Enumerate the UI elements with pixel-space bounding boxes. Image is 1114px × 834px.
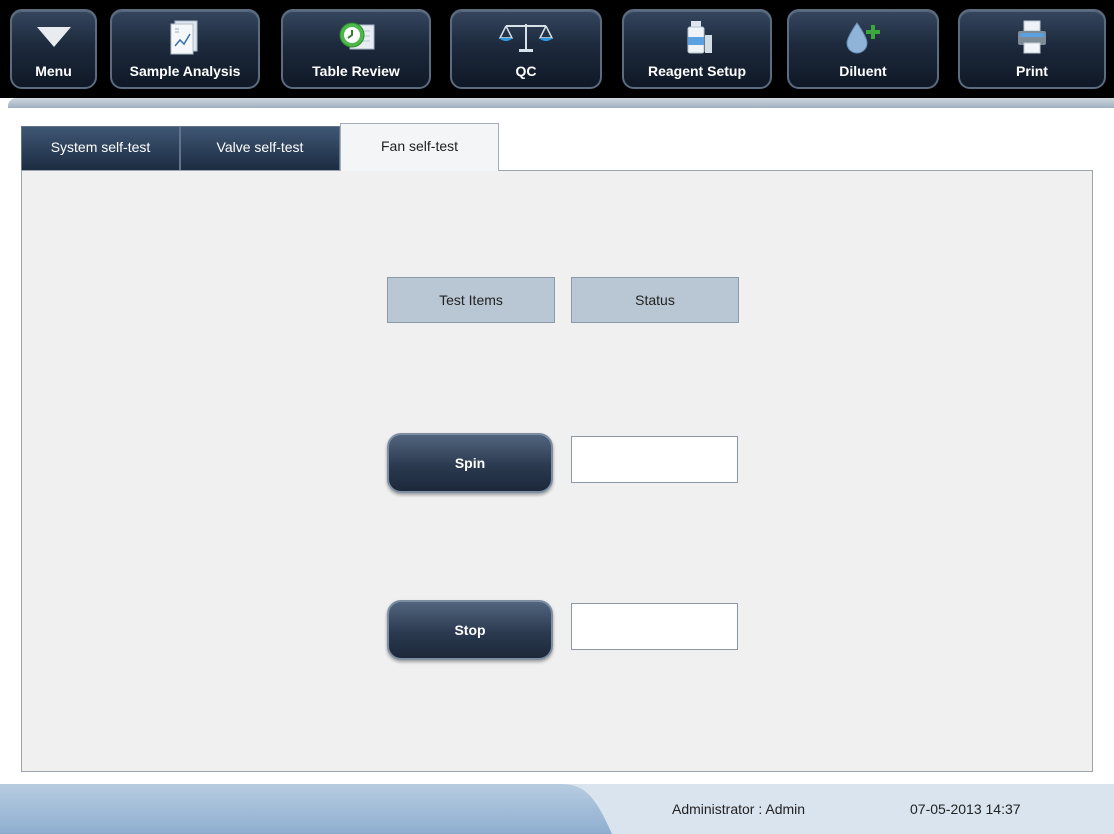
column-header-test-items: Test Items — [387, 277, 555, 323]
fan-self-test-panel: Test Items Status Spin Stop — [21, 170, 1093, 772]
spin-button-label: Spin — [454, 455, 486, 471]
current-user: Administrator : Admin — [672, 801, 806, 817]
menu-button-label: Menu — [35, 63, 72, 79]
print-button-label: Print — [1016, 63, 1048, 79]
tab-valve-self-test-label: Valve self-test — [216, 139, 304, 155]
spin-button[interactable]: Spin — [387, 433, 553, 493]
tab-system-self-test[interactable]: System self-test — [21, 126, 180, 170]
tab-valve-self-test[interactable]: Valve self-test — [180, 126, 340, 170]
stop-button-label: Stop — [454, 622, 486, 638]
sample-analysis-button[interactable]: Sample Analysis — [110, 9, 260, 89]
triangle-down-icon — [12, 19, 95, 55]
drop-plus-icon — [789, 19, 937, 55]
spin-status-field — [571, 436, 738, 483]
reagent-setup-button-label: Reagent Setup — [647, 63, 746, 79]
status-bar: Administrator : Admin 07-05-2013 14:37 — [0, 784, 1114, 834]
clock-table-icon — [283, 19, 429, 55]
stop-status-field — [571, 603, 738, 650]
column-header-status: Status — [571, 277, 739, 323]
print-button[interactable]: Print — [958, 9, 1106, 89]
column-header-test-items-label: Test Items — [439, 292, 503, 308]
stop-button[interactable]: Stop — [387, 600, 553, 660]
top-toolbar: Menu Sample Analysis Table Review QC Rea… — [0, 0, 1114, 98]
toolbar-divider — [8, 98, 1114, 108]
column-header-status-label: Status — [635, 292, 675, 308]
reagent-bottle-icon — [624, 19, 770, 55]
table-review-button-label: Table Review — [312, 63, 400, 79]
table-review-button[interactable]: Table Review — [281, 9, 431, 89]
qc-button-label: QC — [515, 63, 537, 79]
diluent-button[interactable]: Diluent — [787, 9, 939, 89]
date-time: 07-05-2013 14:37 — [910, 801, 1021, 817]
document-chart-icon — [112, 19, 258, 55]
menu-button[interactable]: Menu — [10, 9, 97, 89]
tab-system-self-test-label: System self-test — [50, 139, 151, 155]
printer-icon — [960, 19, 1104, 55]
qc-button[interactable]: QC — [450, 9, 602, 89]
balance-scale-icon — [452, 19, 600, 55]
tab-fan-self-test-label: Fan self-test — [380, 138, 459, 154]
tab-fan-self-test[interactable]: Fan self-test — [340, 123, 499, 171]
reagent-setup-button[interactable]: Reagent Setup — [622, 9, 772, 89]
diluent-button-label: Diluent — [839, 63, 887, 79]
sample-analysis-button-label: Sample Analysis — [129, 63, 241, 79]
